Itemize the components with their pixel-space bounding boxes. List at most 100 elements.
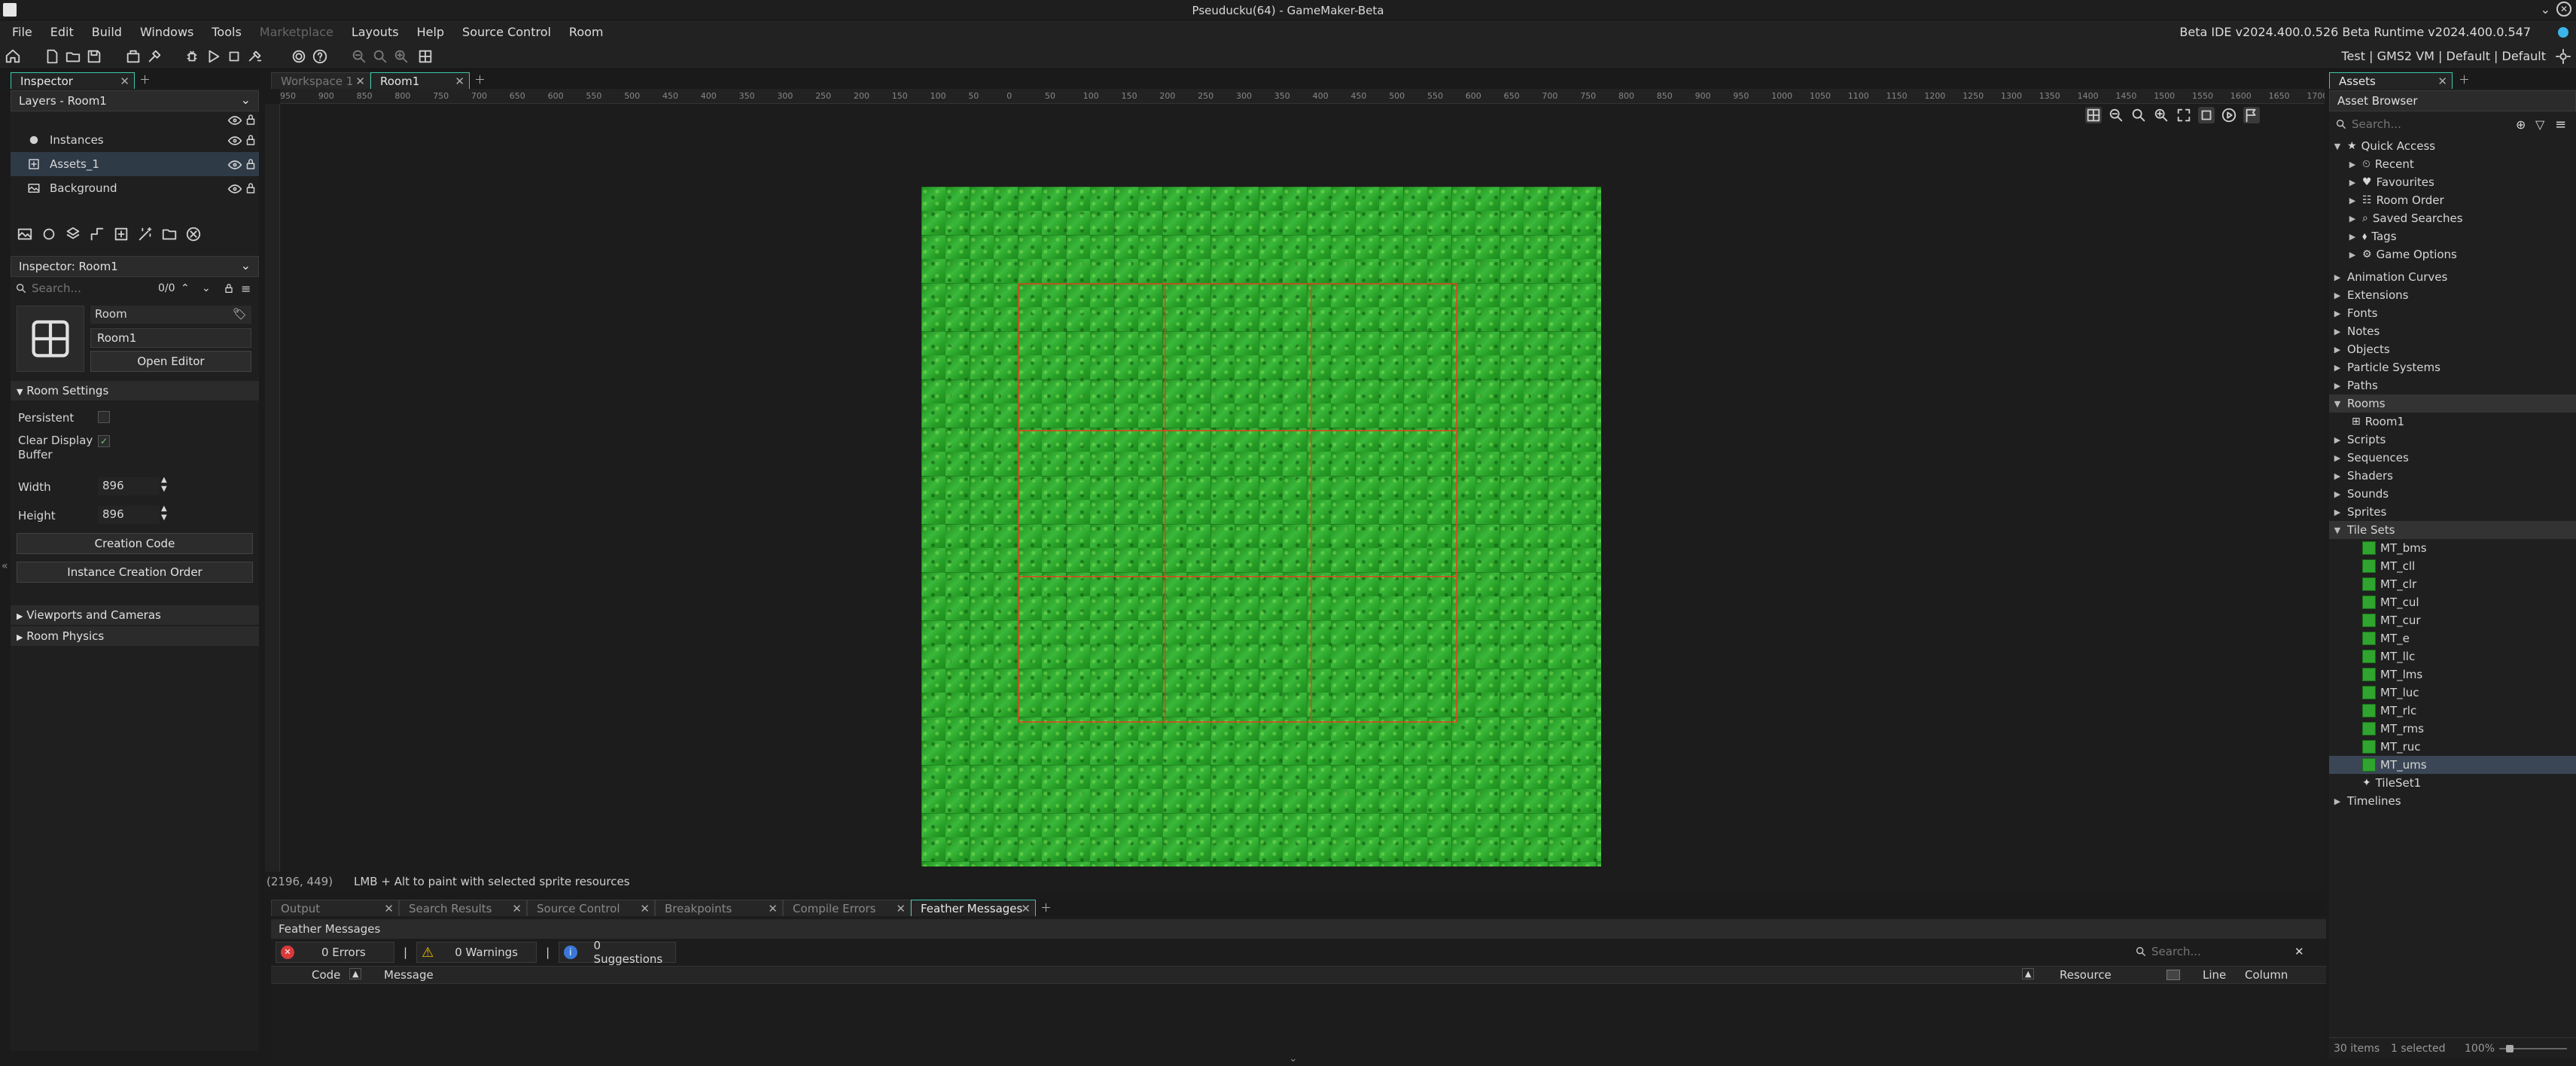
quick-game-options[interactable]: ▶ ⚙ Game Options — [2329, 245, 2576, 263]
triangle-right-icon[interactable]: ▶ — [2332, 507, 2343, 517]
inspector-tab[interactable]: Inspector ✕ — [11, 72, 135, 89]
group-objects[interactable]: ▶ Objects — [2329, 340, 2576, 358]
add-tab-button[interactable]: ＋ — [474, 72, 486, 89]
clean-build-icon[interactable] — [247, 48, 263, 65]
zoom-reset-icon[interactable] — [2130, 107, 2147, 123]
room-room1[interactable]: ⊞ Room1 — [2329, 413, 2576, 431]
collapse-left-panel-icon[interactable]: « — [2, 560, 8, 572]
tileset-mt_bms[interactable]: MT_bms — [2329, 539, 2576, 557]
output-tab-compile-errors[interactable]: Compile Errors ✕ — [783, 900, 911, 916]
triangle-right-icon[interactable]: ▶ — [2347, 232, 2358, 242]
hamburger-menu-icon[interactable]: ≡ — [241, 282, 251, 296]
quick-tags[interactable]: ▶ ⬧ Tags — [2329, 227, 2576, 245]
menu-edit[interactable]: Edit — [50, 25, 74, 39]
debug-icon[interactable] — [184, 48, 200, 65]
menu-source-control[interactable]: Source Control — [462, 25, 551, 39]
zoom-in-icon[interactable] — [393, 48, 410, 65]
triangle-down-icon[interactable]: ▼ — [2332, 142, 2343, 151]
group-extensions[interactable]: ▶ Extensions — [2329, 286, 2576, 304]
group-sounds[interactable]: ▶ Sounds — [2329, 485, 2576, 503]
tileset-mt_ruc[interactable]: MT_ruc — [2329, 738, 2576, 756]
inspector-search-input[interactable] — [32, 282, 152, 295]
sort-icon[interactable]: ▲ — [2022, 968, 2035, 979]
triangle-right-icon[interactable]: ▶ — [2332, 796, 2343, 806]
group-shaders[interactable]: ▶ Shaders — [2329, 467, 2576, 485]
tileset-mt_cul[interactable]: MT_cul — [2329, 593, 2576, 611]
width-stepper[interactable]: ▲ ▼ — [161, 476, 167, 494]
filter-icon[interactable] — [2166, 970, 2180, 980]
clear-search-icon[interactable]: ✕ — [2294, 945, 2304, 958]
run-icon[interactable] — [205, 48, 221, 65]
triangle-down-icon[interactable]: ▼ — [2332, 399, 2343, 409]
creation-code-button[interactable]: Creation Code — [17, 533, 253, 554]
tileset-mt_cur[interactable]: MT_cur — [2329, 611, 2576, 629]
tileset-mt_rms[interactable]: MT_rms — [2329, 720, 2576, 738]
triangle-right-icon[interactable]: ▶ — [2332, 273, 2343, 282]
height-stepper[interactable]: ▲ ▼ — [161, 504, 167, 522]
triangle-right-icon[interactable]: ▶ — [2332, 363, 2343, 373]
lock-icon[interactable] — [244, 181, 257, 195]
delete-layer-icon[interactable] — [185, 226, 202, 242]
group-particle-systems[interactable]: ▶ Particle Systems — [2329, 358, 2576, 376]
zoom-reset-icon[interactable] — [372, 48, 388, 65]
asset-name-field[interactable]: Room1 — [90, 328, 251, 348]
asset-layer-icon[interactable] — [113, 226, 129, 242]
triangle-right-icon[interactable]: ▶ — [2332, 381, 2343, 391]
code-column-header[interactable]: Code — [312, 968, 340, 982]
effect-layer-icon[interactable] — [137, 226, 154, 242]
inspector-header[interactable]: Inspector: Room1 ⌄ — [11, 256, 259, 277]
tileset-mt_ums[interactable]: MT_ums — [2329, 756, 2576, 774]
group-timelines[interactable]: ▶ Timelines — [2329, 792, 2576, 810]
triangle-right-icon[interactable]: ▶ — [2332, 291, 2343, 300]
triangle-right-icon[interactable]: ▶ — [2332, 345, 2343, 355]
output-tab-breakpoints[interactable]: Breakpoints ✕ — [655, 900, 783, 916]
notification-icon[interactable] — [2558, 27, 2568, 38]
tileset-mt_llc[interactable]: MT_llc — [2329, 647, 2576, 665]
background-layer-icon[interactable] — [17, 226, 33, 242]
close-window-button[interactable]: ✕ — [2556, 2, 2571, 17]
menu-windows[interactable]: Windows — [140, 25, 193, 39]
triangle-right-icon[interactable]: ▶ — [2347, 250, 2358, 260]
close-icon[interactable]: ✕ — [768, 902, 778, 915]
eye-icon[interactable] — [227, 181, 242, 196]
tag-icon[interactable]: 🏷 — [233, 307, 247, 321]
lock-icon[interactable] — [244, 133, 257, 147]
asset-search-input[interactable] — [2352, 117, 2502, 131]
height-input[interactable]: 896 — [98, 506, 160, 524]
grid-toggle-icon[interactable] — [417, 48, 434, 65]
close-icon[interactable]: ✕ — [2437, 75, 2447, 88]
quick-recent[interactable]: ▶ ⏲ Recent — [2329, 155, 2576, 173]
line-column-header[interactable]: Line — [2203, 968, 2226, 982]
menu-help[interactable]: Help — [417, 25, 444, 39]
instance-layer-icon[interactable] — [41, 226, 57, 242]
menu-file[interactable]: File — [12, 25, 32, 39]
clean-icon[interactable] — [146, 48, 163, 65]
settings-icon[interactable] — [291, 48, 307, 65]
add-asset-icon[interactable]: ⊕ — [2516, 117, 2526, 132]
search-up-button[interactable]: ⌃ — [181, 282, 190, 294]
quick-saved-searches[interactable]: ▶ ⌕ Saved Searches — [2329, 209, 2576, 227]
output-tab-feather-messages[interactable]: Feather Messages ✕ — [911, 900, 1036, 916]
instance-creation-order-button[interactable]: Instance Creation Order — [17, 562, 253, 583]
group-sprites[interactable]: ▶ Sprites — [2329, 503, 2576, 521]
add-tab-button[interactable]: ＋ — [2459, 72, 2470, 89]
layer-background[interactable]: Background — [11, 176, 259, 200]
path-layer-icon[interactable] — [89, 226, 105, 242]
tileset-mt_e[interactable]: MT_e — [2329, 629, 2576, 647]
triangle-right-icon[interactable]: ▶ — [2332, 309, 2343, 318]
close-icon[interactable]: ✕ — [120, 75, 129, 88]
room-bounds-icon[interactable] — [2198, 107, 2215, 123]
close-icon[interactable]: ✕ — [896, 902, 906, 915]
output-tab-output[interactable]: Output ✕ — [271, 900, 399, 916]
filter-icon[interactable]: ▽ — [2535, 117, 2544, 132]
group-rooms[interactable]: ▼ Rooms — [2329, 394, 2576, 413]
menu-layouts[interactable]: Layouts — [352, 25, 399, 39]
zoom-out-icon[interactable] — [2108, 107, 2124, 123]
viewports-section[interactable]: ▶ Viewports and Cameras — [11, 605, 259, 625]
lock-icon[interactable] — [223, 282, 235, 294]
tileset-mt_cll[interactable]: MT_cll — [2329, 557, 2576, 575]
triangle-right-icon[interactable]: ▶ — [2332, 435, 2343, 445]
triangle-right-icon[interactable]: ▶ — [2347, 196, 2358, 206]
warnings-filter[interactable]: ⚠ 0 Warnings — [416, 942, 537, 963]
menu-build[interactable]: Build — [92, 25, 122, 39]
